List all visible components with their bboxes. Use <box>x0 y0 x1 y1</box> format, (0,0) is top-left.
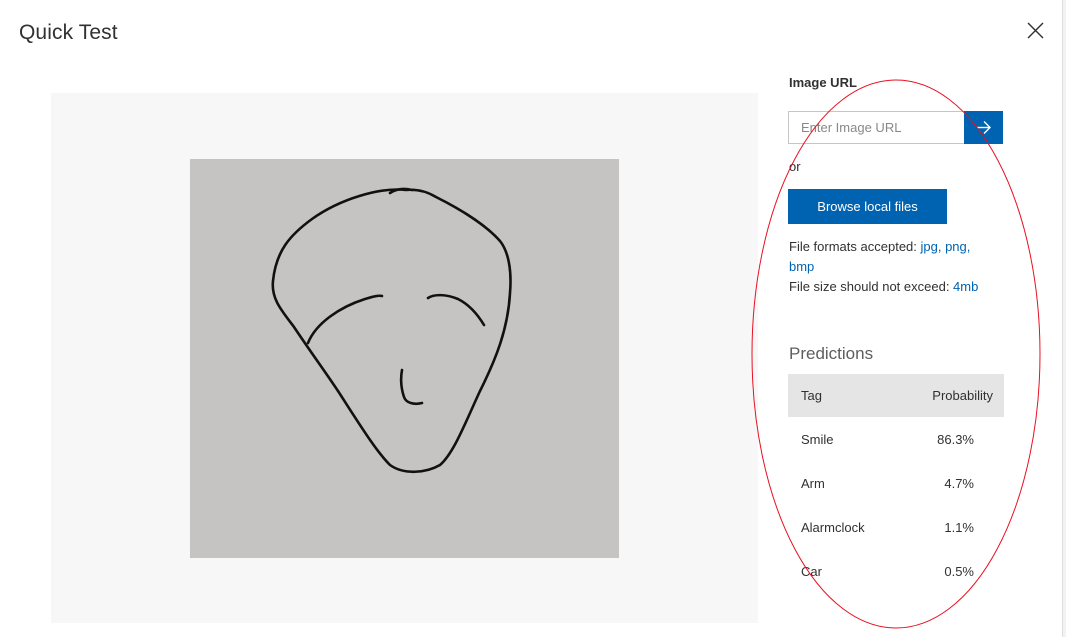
face-sketch-image <box>190 159 619 558</box>
file-size-line: File size should not exceed: 4mb <box>789 277 1004 297</box>
quick-test-dialog: Quick Test Image URL Enter Image URL or … <box>0 0 1066 637</box>
column-header-tag: Tag <box>788 374 911 417</box>
submit-url-button[interactable] <box>964 111 1003 144</box>
file-formats-label: File formats accepted: <box>789 239 921 254</box>
prediction-probability: 1.1% <box>944 519 974 535</box>
test-image <box>190 159 619 558</box>
prediction-probability: 4.7% <box>944 475 974 491</box>
predictions-header-row: Tag Probability <box>788 374 1004 417</box>
table-row: Smile 86.3% <box>788 417 1004 461</box>
or-separator: or <box>789 159 801 174</box>
prediction-probability: 86.3% <box>937 431 974 447</box>
file-formats-wrap: bmp <box>789 257 1004 277</box>
scrollbar-track[interactable] <box>1062 0 1066 637</box>
prediction-tag: Smile <box>801 431 834 447</box>
close-icon <box>1027 22 1044 39</box>
file-formats-line: File formats accepted: jpg, png, <box>789 237 1004 257</box>
column-header-probability: Probability <box>911 374 1004 417</box>
file-formats-values: jpg, png, <box>920 239 971 254</box>
file-formats-values-bmp: bmp <box>789 259 815 274</box>
image-url-input[interactable] <box>788 111 964 144</box>
dialog-title: Quick Test <box>19 21 118 44</box>
image-preview-area <box>51 93 758 623</box>
predictions-title: Predictions <box>789 344 874 363</box>
file-size-label: File size should not exceed: <box>789 279 954 294</box>
file-size-value: 4mb <box>953 279 979 294</box>
prediction-tag: Car <box>801 563 822 579</box>
image-url-label: Image URL <box>789 75 857 90</box>
table-row: Arm 4.7% <box>788 461 1004 505</box>
prediction-tag: Arm <box>801 475 825 491</box>
file-requirements: File formats accepted: jpg, png, bmp Fil… <box>789 237 1004 297</box>
browse-local-files-button[interactable]: Browse local files <box>788 189 947 224</box>
prediction-tag: Alarmclock <box>801 519 865 535</box>
table-row: Car 0.5% <box>788 549 1004 593</box>
predictions-table: Tag Probability Smile 86.3% Arm 4.7% Ala… <box>788 374 1004 593</box>
arrow-right-icon <box>977 121 991 134</box>
prediction-probability: 0.5% <box>944 563 974 579</box>
close-button[interactable] <box>1022 18 1048 44</box>
table-row: Alarmclock 1.1% <box>788 505 1004 549</box>
